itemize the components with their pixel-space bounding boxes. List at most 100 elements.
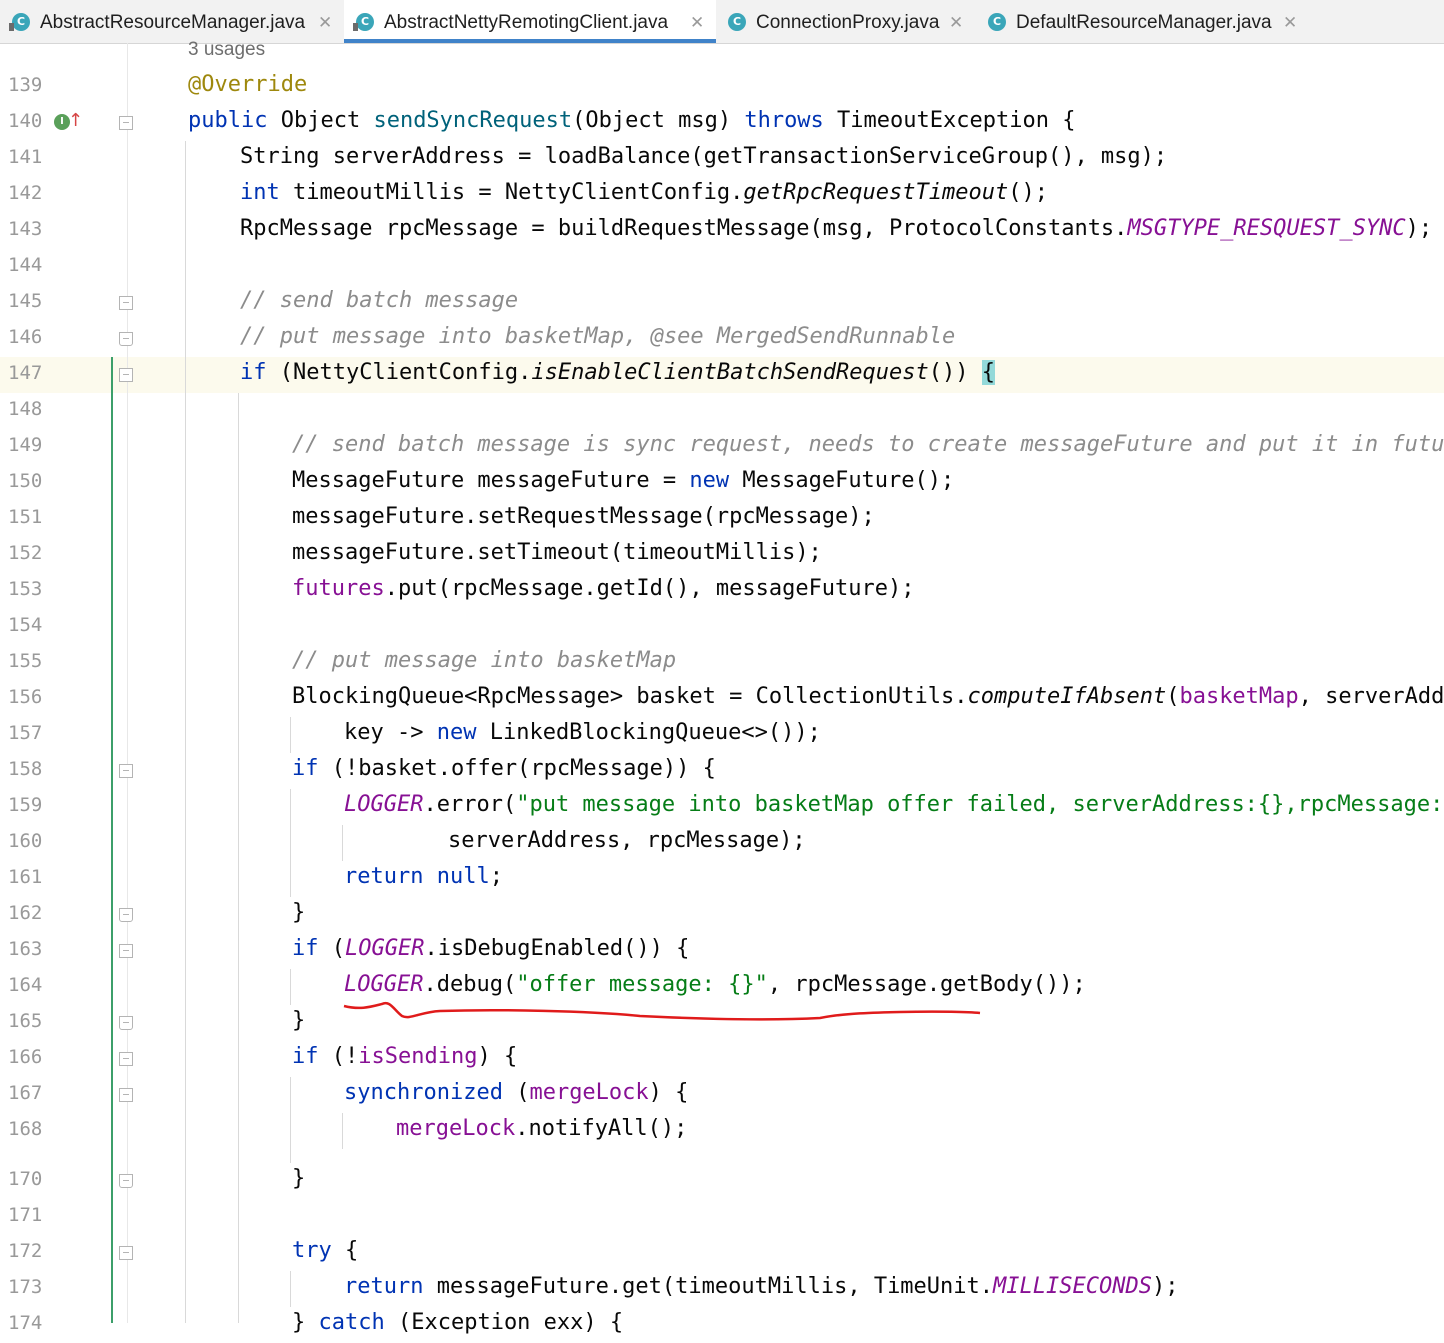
fold-icon[interactable] bbox=[119, 1088, 133, 1102]
code-line[interactable]: 143 RpcMessage rpcMessage = buildRequestM… bbox=[0, 213, 1444, 249]
fold-end-icon[interactable] bbox=[119, 908, 133, 922]
code-line[interactable]: 168 mergeLock.notifyAll(); bbox=[0, 1113, 1444, 1149]
code-line[interactable]: 158 if (!basket.offer(rpcMessage)) { bbox=[0, 753, 1444, 789]
code-token: // send batch message bbox=[240, 288, 519, 313]
tab-abstract-netty-remoting-client[interactable]: C AbstractNettyRemotingClient.java ✕ bbox=[344, 0, 716, 43]
fold-icon[interactable] bbox=[119, 368, 133, 382]
code-token: ) { bbox=[477, 1044, 518, 1069]
code-line[interactable]: 174} catch (Exception exx) { bbox=[0, 1307, 1444, 1343]
code-line[interactable]: 140 I ↑ public Object sendSyncRequest(Objec… bbox=[0, 105, 1444, 141]
code-text[interactable]: public Object sendSyncRequest(Object msg… bbox=[188, 108, 1075, 133]
close-icon[interactable]: ✕ bbox=[690, 0, 704, 46]
code-line[interactable]: 144 bbox=[0, 249, 1444, 285]
tab-default-resource-manager[interactable]: C DefaultResourceManager.java ✕ bbox=[976, 0, 1312, 43]
code-line[interactable]: 172 try { bbox=[0, 1235, 1444, 1271]
code-token: (!basket.offer(rpcMessage)) { bbox=[318, 756, 716, 781]
line-number: 163 bbox=[8, 938, 43, 960]
code-text[interactable]: mergeLock.notifyAll(); bbox=[396, 1116, 687, 1141]
code-line[interactable]: 146 // put message into basketMap, @see M… bbox=[0, 321, 1444, 357]
fold-icon[interactable] bbox=[119, 116, 133, 130]
code-text[interactable]: LOGGER.error("put message into basketMap… bbox=[344, 792, 1444, 817]
code-line[interactable]: 157 key -> new LinkedBlockingQueue<>()); bbox=[0, 717, 1444, 753]
code-line[interactable]: 155 // put message into basketMap bbox=[0, 645, 1444, 681]
code-text[interactable]: if (!basket.offer(rpcMessage)) { bbox=[292, 756, 716, 781]
code-line[interactable]: 173 return messageFuture.get(timeoutMilli… bbox=[0, 1271, 1444, 1307]
red-underline-annotation bbox=[343, 1001, 981, 1021]
arrow-up-icon[interactable]: ↑ bbox=[68, 110, 83, 131]
code-text[interactable]: messageFuture.setTimeout(timeoutMillis); bbox=[292, 540, 822, 565]
code-text[interactable]: if (LOGGER.isDebugEnabled()) { bbox=[292, 936, 689, 961]
code-line[interactable]: 142 int timeoutMillis = NettyClientConfig… bbox=[0, 177, 1444, 213]
code-text[interactable]: // send batch message is sync request, n… bbox=[292, 432, 1444, 457]
code-line[interactable]: 153 futures.put(rpcMessage.getId(), messa… bbox=[0, 573, 1444, 609]
code-text[interactable]: serverAddress, rpcMessage); bbox=[448, 828, 806, 853]
line-number: 171 bbox=[8, 1204, 43, 1226]
code-line[interactable]: 149 // send batch message is sync request… bbox=[0, 429, 1444, 465]
code-line[interactable]: 156 BlockingQueue<RpcMessage> basket = Co… bbox=[0, 681, 1444, 717]
fold-icon[interactable] bbox=[119, 1052, 133, 1066]
code-token: ); bbox=[1405, 216, 1433, 241]
code-text[interactable]: key -> new LinkedBlockingQueue<>()); bbox=[344, 720, 821, 745]
code-text[interactable]: } bbox=[292, 1166, 305, 1191]
code-line[interactable]: 152 messageFuture.setTimeout(timeoutMilli… bbox=[0, 537, 1444, 573]
code-text[interactable]: } bbox=[292, 900, 305, 925]
code-line[interactable]: 150 MessageFuture messageFuture = new Mes… bbox=[0, 465, 1444, 501]
code-text[interactable]: MessageFuture messageFuture = new Messag… bbox=[292, 468, 954, 493]
fold-icon[interactable] bbox=[119, 944, 133, 958]
code-text[interactable]: try { bbox=[292, 1238, 358, 1263]
code-text[interactable]: if (!isSending) { bbox=[292, 1044, 517, 1069]
code-token: ; bbox=[489, 864, 503, 889]
code-line[interactable]: 159 LOGGER.error("put message into basket… bbox=[0, 789, 1444, 825]
fold-icon[interactable] bbox=[119, 1246, 133, 1260]
code-text[interactable]: // put message into basketMap bbox=[292, 648, 676, 673]
line-number: 153 bbox=[8, 578, 43, 600]
code-text[interactable]: messageFuture.setRequestMessage(rpcMessa… bbox=[292, 504, 875, 529]
line-number: 142 bbox=[8, 182, 43, 204]
code-line[interactable]: 161 return null; bbox=[0, 861, 1444, 897]
code-token: public bbox=[188, 108, 268, 133]
code-text[interactable]: return null; bbox=[344, 864, 503, 889]
fold-icon[interactable] bbox=[119, 764, 133, 778]
code-line[interactable]: 154 bbox=[0, 609, 1444, 645]
close-icon[interactable]: ✕ bbox=[318, 0, 332, 46]
code-text[interactable]: // put message into basketMap, @see Merg… bbox=[240, 324, 955, 349]
line-number: 165 bbox=[8, 1010, 43, 1032]
code-text[interactable]: LOGGER.debug("offer message: {}", rpcMes… bbox=[344, 972, 1086, 997]
code-line[interactable]: 167 synchronized (mergeLock) { bbox=[0, 1077, 1444, 1113]
usages-hint[interactable]: 3 usages bbox=[188, 39, 265, 61]
code-line[interactable]: 171 bbox=[0, 1199, 1444, 1235]
code-line[interactable]: 166 if (!isSending) { bbox=[0, 1041, 1444, 1077]
code-line[interactable]: 170} bbox=[0, 1163, 1444, 1199]
code-text[interactable]: if (NettyClientConfig.isEnableClientBatc… bbox=[240, 360, 995, 385]
tab-abstract-resource-manager[interactable]: C AbstractResourceManager.java ✕ bbox=[0, 0, 342, 43]
code-line[interactable]: 141 String serverAddress = loadBalance(ge… bbox=[0, 141, 1444, 177]
code-line[interactable]: 139 @Override bbox=[0, 69, 1444, 105]
code-token: LOGGER bbox=[344, 792, 424, 817]
code-text[interactable]: return messageFuture.get(timeoutMillis, … bbox=[344, 1274, 1178, 1299]
code-text[interactable]: RpcMessage rpcMessage = buildRequestMess… bbox=[240, 216, 1432, 241]
code-line[interactable]: 160 serverAddress, rpcMessage); bbox=[0, 825, 1444, 861]
code-line[interactable]: 145 // send batch message bbox=[0, 285, 1444, 321]
code-text[interactable]: BlockingQueue<RpcMessage> basket = Colle… bbox=[292, 684, 1444, 709]
code-text[interactable]: futures.put(rpcMessage.getId(), messageF… bbox=[292, 576, 915, 601]
code-line[interactable]: 148 bbox=[0, 393, 1444, 429]
tab-connection-proxy[interactable]: C ConnectionProxy.java ✕ bbox=[716, 0, 976, 43]
code-text[interactable]: int timeoutMillis = NettyClientConfig.ge… bbox=[240, 180, 1048, 205]
close-icon[interactable]: ✕ bbox=[1283, 0, 1297, 46]
code-text[interactable]: @Override bbox=[188, 72, 307, 97]
fold-end-icon[interactable] bbox=[119, 1016, 133, 1030]
close-icon[interactable]: ✕ bbox=[949, 0, 963, 46]
code-line[interactable]: 163 if (LOGGER.isDebugEnabled()) { bbox=[0, 933, 1444, 969]
line-number: 170 bbox=[8, 1168, 43, 1190]
code-token: int bbox=[240, 180, 280, 205]
code-text[interactable]: String serverAddress = loadBalance(getTr… bbox=[240, 144, 1167, 169]
code-text[interactable]: } bbox=[292, 1008, 305, 1033]
code-line[interactable]: 147 if (NettyClientConfig.isEnableClientB… bbox=[0, 357, 1444, 393]
fold-icon[interactable] bbox=[119, 296, 133, 310]
code-text[interactable]: // send batch message bbox=[240, 288, 518, 313]
code-line[interactable]: 151 messageFuture.setRequestMessage(rpcMe… bbox=[0, 501, 1444, 537]
fold-end-icon[interactable] bbox=[119, 332, 133, 346]
fold-end-icon[interactable] bbox=[119, 1174, 133, 1188]
code-line[interactable]: 162} bbox=[0, 897, 1444, 933]
code-text[interactable]: synchronized (mergeLock) { bbox=[344, 1080, 688, 1105]
